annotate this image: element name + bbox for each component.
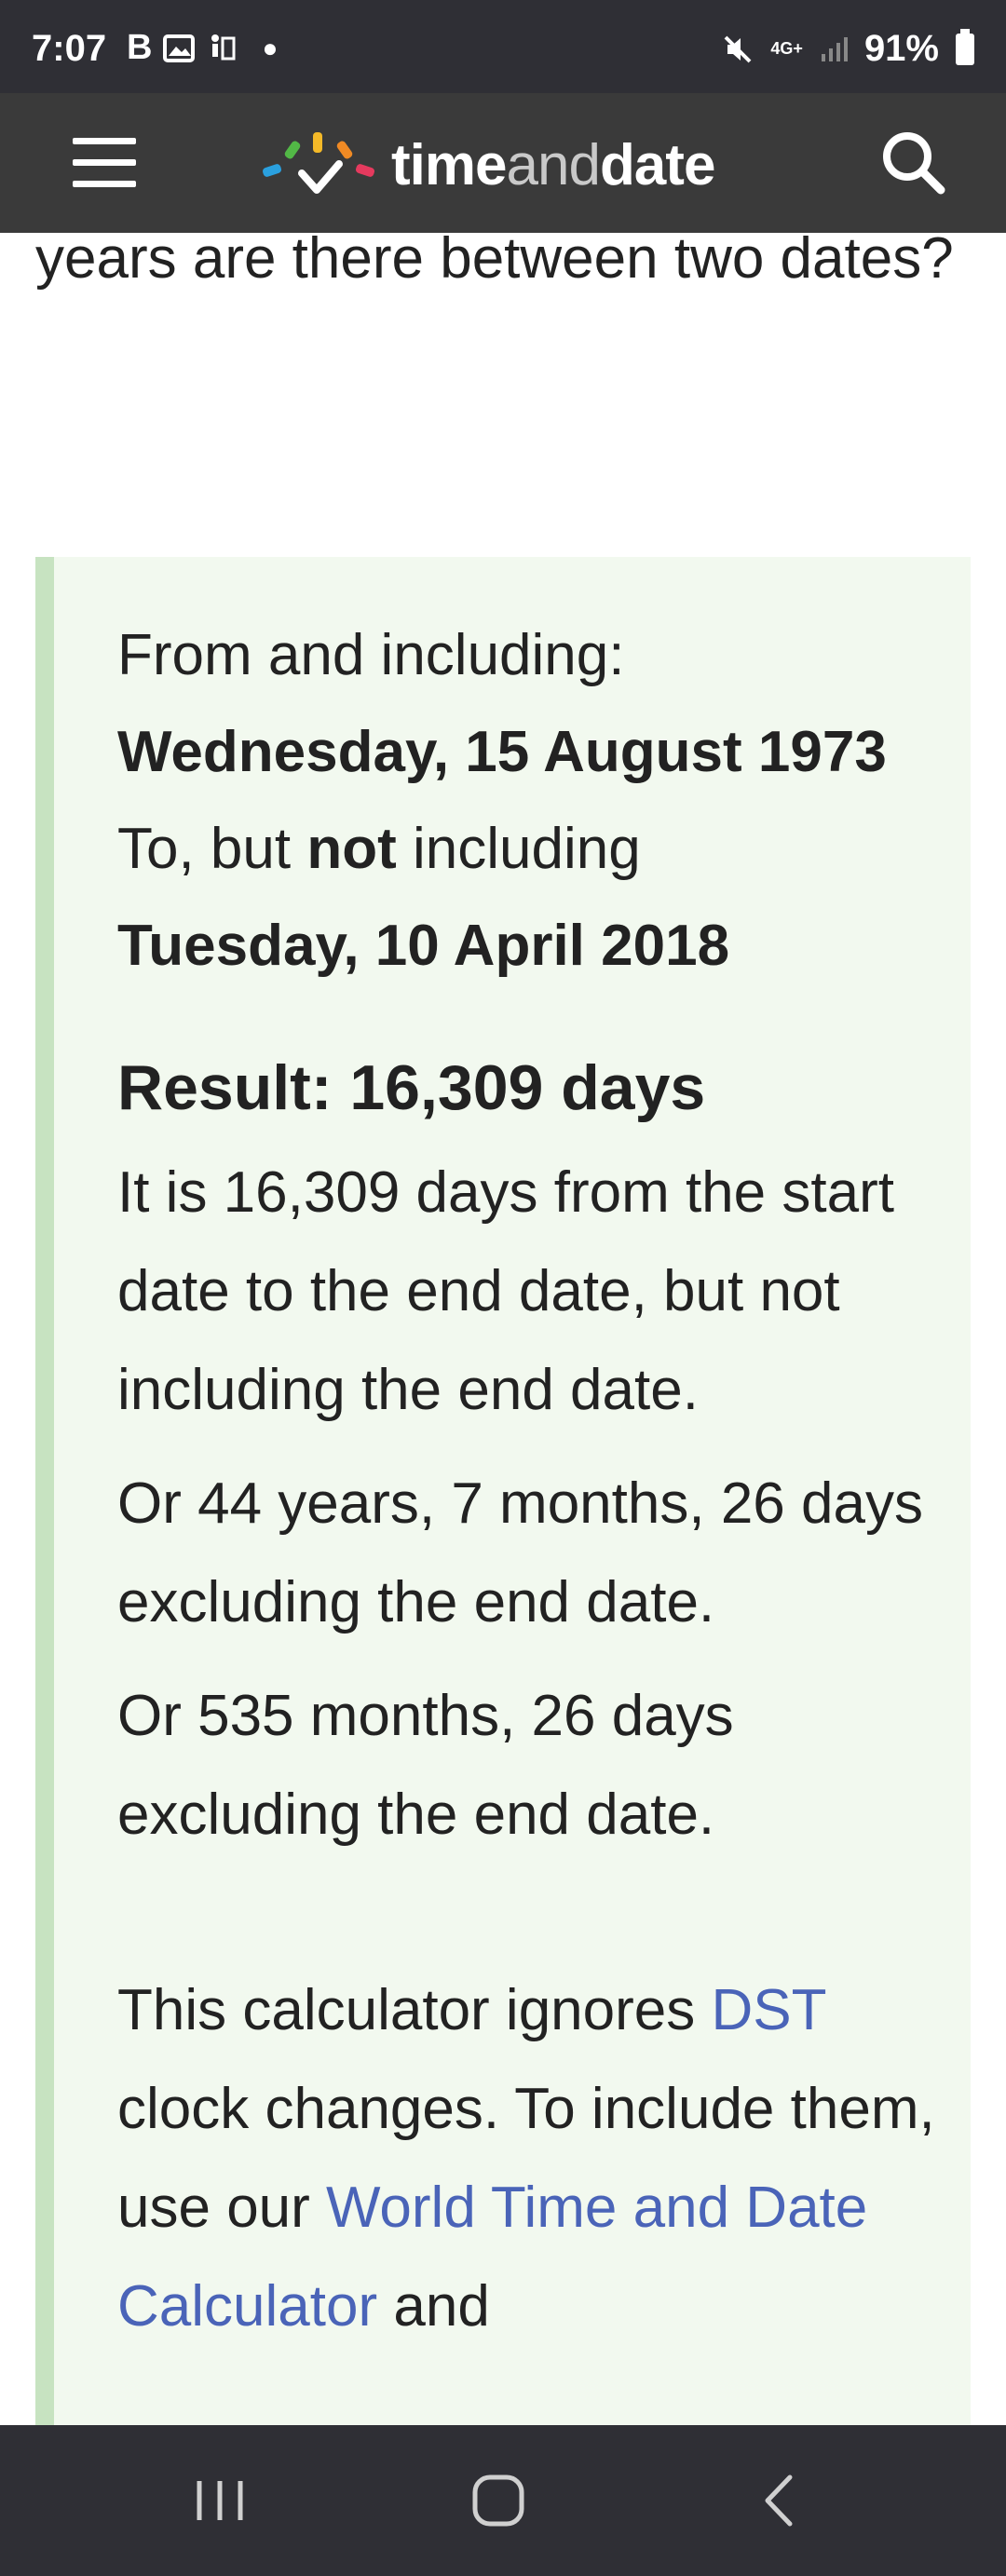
- to-label-post: including: [396, 817, 641, 881]
- intro-text: years are there between two dates?: [35, 226, 954, 291]
- battery-icon: [956, 28, 974, 65]
- result-para-years: Or 44 years, 7 months, 26 days excluding…: [117, 1471, 923, 1634]
- dst-note-pre: This calculator ignores: [117, 1978, 712, 2042]
- hamburger-line: [73, 159, 136, 166]
- logo-text-time: time: [391, 132, 507, 197]
- to-label-bold: not: [306, 817, 397, 881]
- logo-text-and: and: [506, 132, 600, 197]
- battery-percent: 91%: [863, 28, 939, 69]
- to-date: Tuesday, 10 April 2018: [117, 914, 730, 978]
- status-bar: 7:07 B ● 4G+ 91%: [0, 0, 1006, 93]
- to-label-pre: To, but: [117, 817, 307, 881]
- back-icon[interactable]: [745, 2470, 820, 2531]
- result-para-months: Or 535 months, 26 days excluding the end…: [117, 1684, 734, 1847]
- status-left-icons: B ●: [127, 28, 278, 68]
- logo-text-date: date: [599, 132, 715, 197]
- status-right-icons: 4G+ 91%: [722, 28, 974, 70]
- to-label: To, but not including: [117, 801, 971, 898]
- navigation-bar: [0, 2425, 1006, 2576]
- logo-icon: [262, 132, 375, 194]
- hamburger-line: [73, 181, 136, 187]
- b-icon: B: [127, 28, 153, 67]
- result-box: From and including: Wednesday, 15 August…: [35, 557, 971, 2429]
- logo-text: timeanddate: [391, 132, 715, 198]
- result-title: Result: 16,309 days: [117, 1052, 706, 1123]
- dst-note: This calculator ignores DST clock change…: [117, 1961, 971, 2356]
- gallery-icon: [163, 34, 196, 62]
- dst-note-post: and: [377, 2274, 490, 2339]
- dst-link[interactable]: DST: [712, 1978, 826, 2042]
- accessibility-icon: [211, 34, 236, 60]
- hamburger-line: [73, 138, 136, 144]
- from-label: From and including:: [117, 623, 625, 687]
- mute-icon: [724, 35, 752, 62]
- result-para-days: It is 16,309 days from the start date to…: [117, 1160, 894, 1422]
- status-time: 7:07: [32, 28, 107, 69]
- search-icon[interactable]: [877, 127, 948, 197]
- recent-apps-icon[interactable]: [183, 2470, 257, 2531]
- network-type: 4G+: [770, 39, 803, 58]
- signal-icon: [821, 36, 848, 61]
- home-icon[interactable]: [462, 2470, 537, 2531]
- menu-button[interactable]: [73, 138, 136, 188]
- site-logo[interactable]: timeanddate: [259, 129, 715, 201]
- from-date: Wednesday, 15 August 1973: [117, 720, 887, 784]
- notification-dot-icon: ●: [262, 33, 279, 62]
